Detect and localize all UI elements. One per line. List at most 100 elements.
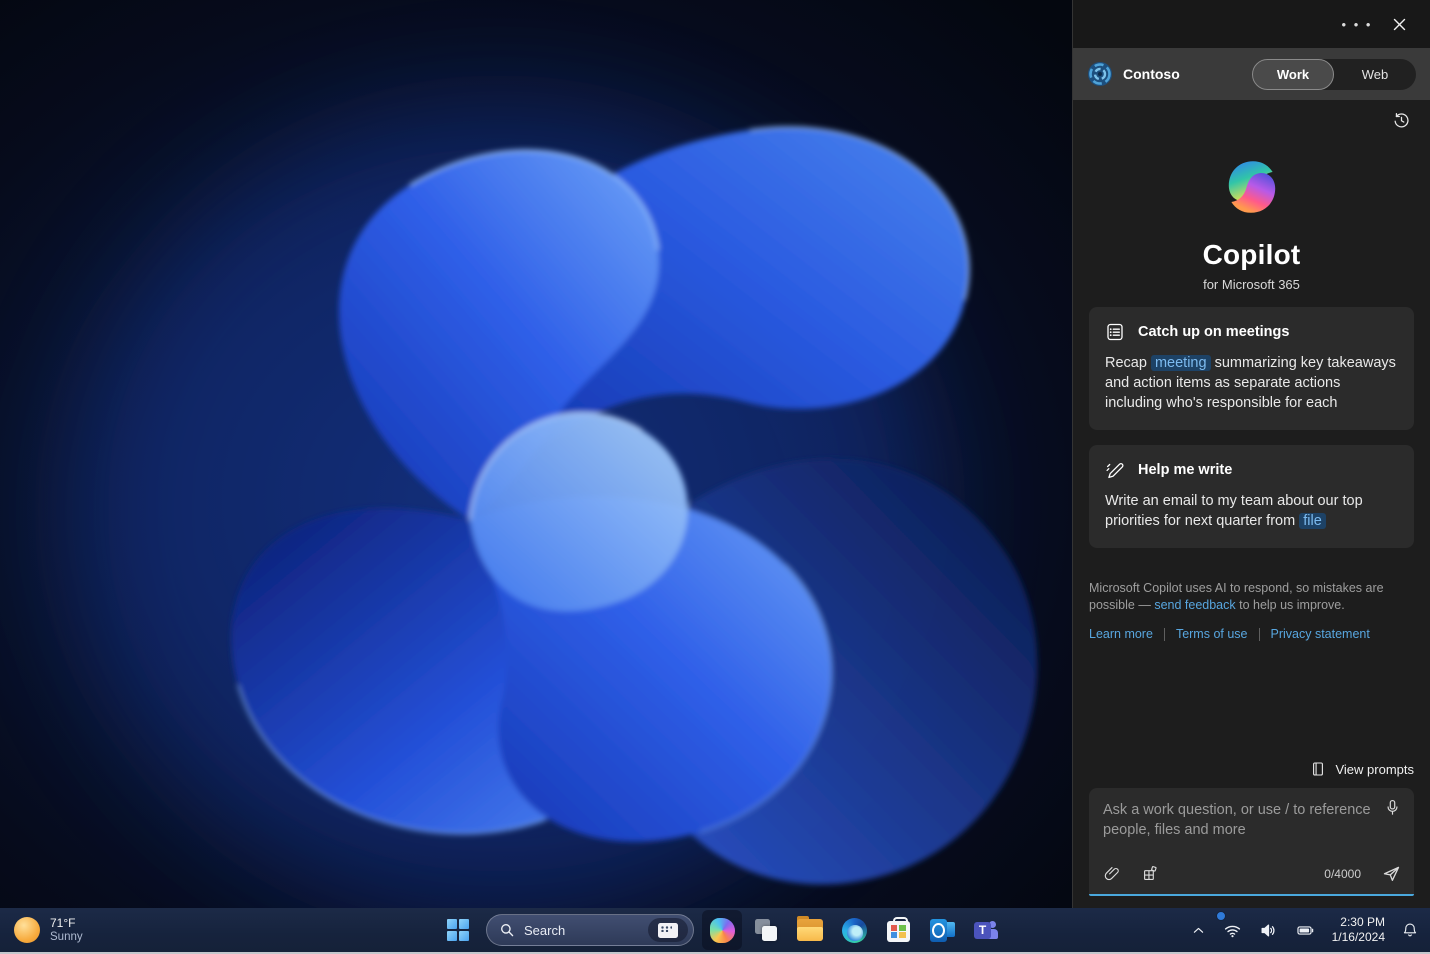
notifications-button[interactable]: [1396, 912, 1424, 948]
mic-button[interactable]: [1383, 798, 1402, 817]
battery-button[interactable]: [1290, 912, 1321, 948]
weather-condition: Sunny: [50, 931, 83, 943]
char-counter: 0/4000: [1324, 866, 1361, 881]
work-web-toggle: Work Web: [1252, 58, 1416, 90]
edge-button[interactable]: [834, 910, 874, 950]
search-highlight-icon: [658, 922, 678, 938]
privacy-statement-link[interactable]: Privacy statement: [1271, 627, 1370, 641]
task-view-icon: [754, 918, 778, 942]
prompt-card-write[interactable]: Help me write Write an email to my team …: [1089, 445, 1414, 548]
brand-name: Contoso: [1123, 66, 1180, 82]
chevron-up-icon: [1193, 927, 1203, 933]
clock-time: 2:30 PM: [1340, 915, 1385, 929]
paperclip-icon: [1104, 866, 1119, 880]
outlook-button[interactable]: [922, 910, 962, 950]
windows-logo-icon: [447, 919, 469, 941]
battery-icon: [1296, 925, 1313, 935]
contoso-logo-icon: [1088, 62, 1112, 86]
file-explorer-icon: [797, 916, 823, 941]
weather-widget[interactable]: 71°F Sunny: [14, 908, 83, 952]
brand-bar: Contoso Work Web: [1073, 48, 1430, 100]
wifi-icon: [1224, 925, 1240, 937]
system-tray: 2:30 PM 1/16/2024: [1186, 908, 1424, 952]
network-button[interactable]: [1215, 911, 1247, 948]
prompt-book-icon: [1313, 762, 1324, 776]
card-body: Write an email to my team about our top …: [1105, 491, 1398, 531]
copilot-panel: • • • Contoso Work Web Copilot for Micro…: [1072, 0, 1430, 908]
close-button[interactable]: [1382, 9, 1416, 39]
link-divider: [1163, 627, 1165, 641]
sun-icon: [14, 917, 40, 943]
prompt-card-meetings[interactable]: Catch up on meetings Recap meeting summa…: [1089, 307, 1414, 430]
outlook-icon: [929, 918, 955, 942]
send-button[interactable]: [1381, 863, 1402, 884]
attach-button[interactable]: [1103, 865, 1121, 883]
copilot-logo: [1228, 161, 1275, 213]
more-options-button[interactable]: • • •: [1340, 9, 1374, 39]
view-prompts-label: View prompts: [1335, 761, 1414, 777]
composer-toolbar: 0/4000: [1103, 863, 1402, 886]
speaker-icon: [1261, 923, 1275, 937]
terms-of-use-link[interactable]: Terms of use: [1176, 627, 1248, 641]
card-head: Catch up on meetings: [1105, 322, 1398, 342]
screen: • • • Contoso Work Web Copilot for Micro…: [0, 0, 1430, 954]
history-icon: [1394, 112, 1409, 127]
history-button[interactable]: [1388, 108, 1414, 132]
panel-topbar: • • •: [1073, 0, 1430, 48]
teams-icon: T: [974, 919, 998, 942]
disclaimer-post: to help us improve.: [1235, 598, 1345, 612]
volume-button[interactable]: [1254, 912, 1283, 948]
hero: Copilot for Microsoft 365: [1089, 154, 1414, 292]
card-title: Help me write: [1138, 462, 1233, 478]
card-body: Recap meeting summarizing key takeaways …: [1105, 353, 1398, 413]
edge-icon: [841, 917, 867, 943]
send-feedback-link[interactable]: send feedback: [1154, 598, 1235, 612]
start-button[interactable]: [438, 910, 478, 950]
search-box[interactable]: Search: [486, 914, 694, 946]
teams-button[interactable]: T: [966, 910, 1006, 950]
link-divider: [1258, 627, 1260, 641]
task-view-button[interactable]: [746, 910, 786, 950]
brand: Contoso: [1087, 61, 1180, 87]
taskbar-center: Search T: [438, 908, 1006, 952]
weather-text: 71°F Sunny: [50, 916, 83, 944]
card-body-pre: Recap: [1105, 355, 1151, 371]
toggle-work[interactable]: Work: [1252, 58, 1334, 90]
toggle-web[interactable]: Web: [1334, 59, 1416, 90]
wallpaper-bloom: [0, 0, 1072, 908]
pencil-icon: [1106, 463, 1124, 479]
plugins-button[interactable]: [1141, 865, 1159, 883]
close-icon: [1393, 18, 1405, 30]
file-explorer-button[interactable]: [790, 910, 830, 950]
desktop[interactable]: [0, 0, 1072, 908]
card-head: Help me write: [1105, 460, 1398, 480]
composer: 0/4000: [1089, 788, 1414, 896]
clock[interactable]: 2:30 PM 1/16/2024: [1328, 915, 1389, 945]
composer-top: [1103, 798, 1402, 863]
store-button[interactable]: [878, 910, 918, 950]
search-icon: [501, 924, 514, 937]
panel-body: Copilot for Microsoft 365 Catch up on me…: [1073, 100, 1430, 908]
taskbar-copilot-button[interactable]: [702, 910, 742, 950]
search-highlight-badge: [648, 918, 688, 942]
file-chip[interactable]: file: [1299, 513, 1326, 529]
copilot-title: Copilot: [1202, 239, 1301, 270]
store-icon: [886, 917, 910, 942]
copilot-subtitle: for Microsoft 365: [1203, 277, 1300, 292]
mic-icon: [1387, 799, 1398, 815]
copilot-taskbar-icon: [709, 917, 735, 943]
chat-input[interactable]: [1103, 798, 1377, 863]
learn-more-link[interactable]: Learn more: [1089, 627, 1153, 641]
search-placeholder: Search: [524, 922, 566, 938]
card-title: Catch up on meetings: [1138, 324, 1290, 340]
meeting-chip[interactable]: meeting: [1150, 355, 1211, 371]
clock-date: 1/16/2024: [1331, 930, 1385, 944]
weather-temp: 71°F: [50, 916, 76, 930]
meeting-notes-icon: [1107, 323, 1123, 341]
view-prompts-button[interactable]: View prompts: [1089, 761, 1414, 777]
more-icon: • • •: [1341, 16, 1373, 32]
tray-chevron-button[interactable]: [1186, 912, 1211, 948]
legal-links: Learn more Terms of use Privacy statemen…: [1089, 627, 1414, 641]
history-row: [1089, 100, 1414, 132]
network-status-badge: [1215, 911, 1226, 921]
